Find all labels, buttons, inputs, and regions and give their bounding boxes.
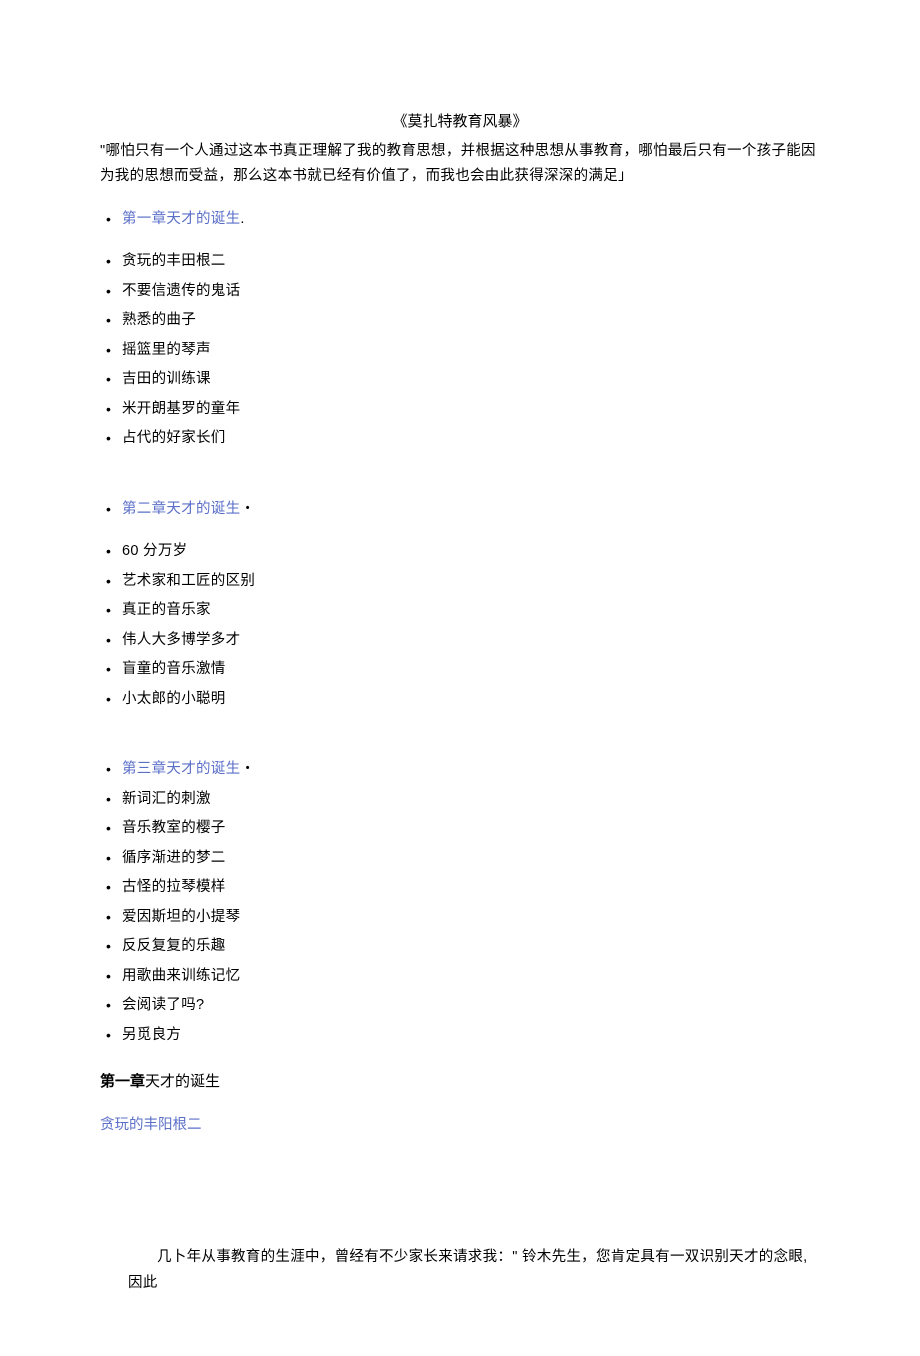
dot-icon: ・ [240, 761, 255, 777]
toc-item: 不要信遗传的鬼话 [100, 284, 820, 299]
toc-chapter-1-items: 贪玩的丰田根二 不要信遗传的鬼话 熟悉的曲子 摇篮里的琴声 吉田的训练课 米开朗… [100, 254, 820, 446]
toc-item: 伟人大多博学多才 [100, 633, 820, 648]
section-sub-link[interactable]: 贪玩的丰阳根二 [100, 1113, 820, 1134]
intro-paragraph: "哪怕只有一个人通过这本书真正理解了我的教育思想，并根据这种思想从事教育，哪怕最… [100, 139, 820, 190]
toc-item: 摇篮里的琴声 [100, 343, 820, 358]
toc-item: 熟悉的曲子 [100, 313, 820, 328]
toc-chapter-2: 第二章天才的诞生・ [100, 502, 820, 517]
toc-chapter-1: 第一章天才的诞生. [100, 212, 820, 227]
spacer [100, 734, 820, 762]
toc-item: 60 分万岁 [100, 544, 820, 559]
toc-chapter-1-heading: 第一章天才的诞生. [100, 212, 820, 227]
dot-icon: ・ [240, 501, 255, 517]
section-heading-bold: 第一章 [100, 1073, 145, 1090]
toc-item: 另觅良方 [100, 1028, 820, 1043]
toc-item: 盲童的音乐激情 [100, 662, 820, 677]
section-heading-rest: 天才的诞生 [145, 1073, 220, 1090]
section-heading: 第一章天才的诞生 [100, 1070, 820, 1091]
toc-item: 循序渐进的梦二 [100, 851, 820, 866]
toc-item: 艺术家和工匠的区别 [100, 574, 820, 589]
document-title: 《莫扎特教育风暴》 [100, 110, 820, 131]
toc-item: 新词汇的刺激 [100, 792, 820, 807]
toc-item: 反反复复的乐趣 [100, 939, 820, 954]
document-page: 《莫扎特教育风暴》 "哪怕只有一个人通过这本书真正理解了我的教育思想，并根据这种… [0, 0, 920, 1356]
toc-item: 真正的音乐家 [100, 603, 820, 618]
chapter-3-link[interactable]: 第三章天才的诞生 [122, 761, 240, 777]
toc-item: 用歌曲来训练记忆 [100, 969, 820, 984]
toc-item: 古怪的拉琴模样 [100, 880, 820, 895]
chapter-1-link[interactable]: 第一章天才的诞生 [122, 211, 240, 227]
chapter-2-link[interactable]: 第二章天才的诞生 [122, 501, 240, 517]
toc-item: 贪玩的丰田根二 [100, 254, 820, 269]
toc-chapter-2-heading: 第二章天才的诞生・ [100, 502, 820, 517]
toc-item: 占代的好家长们 [100, 431, 820, 446]
toc-item: 小太郎的小聪明 [100, 692, 820, 707]
toc-chapter-2-items: 60 分万岁 艺术家和工匠的区别 真正的音乐家 伟人大多博学多才 盲童的音乐激情… [100, 544, 820, 706]
toc-chapter-3-heading: 第三章天才的诞生・ [100, 762, 820, 777]
body-paragraph: 几卜年从事教育的生涯中，曾经有不少家长来请求我：" 铃木先生，您肯定具有一双识别… [128, 1244, 820, 1296]
toc-item: 会阅读了吗? [100, 998, 820, 1013]
toc-item: 音乐教室的樱子 [100, 821, 820, 836]
dot-icon: . [240, 211, 244, 227]
toc-chapter-3: 第三章天才的诞生・ 新词汇的刺激 音乐教室的樱子 循序渐进的梦二 古怪的拉琴模样… [100, 762, 820, 1042]
toc-item: 吉田的训练课 [100, 372, 820, 387]
toc-item: 爱因斯坦的小提琴 [100, 910, 820, 925]
toc-item: 米开朗基罗的童年 [100, 402, 820, 417]
spacer [100, 474, 820, 502]
